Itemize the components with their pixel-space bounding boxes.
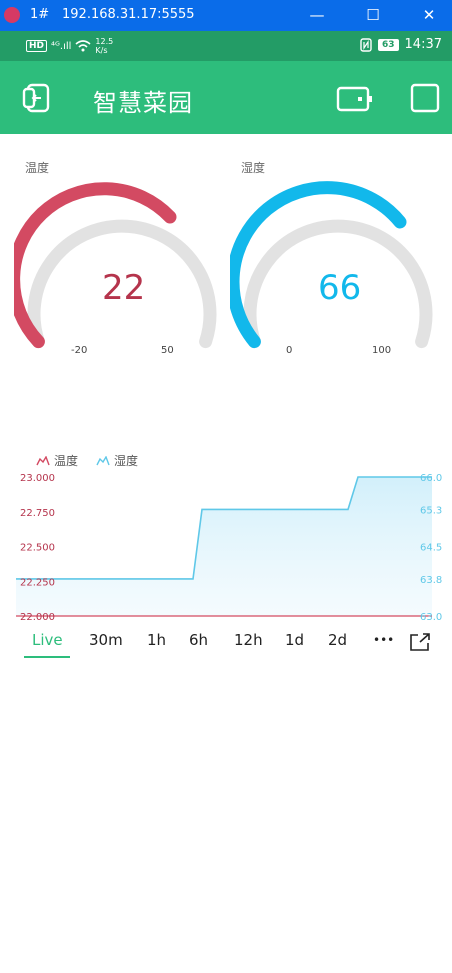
tab-1d[interactable]: 1d xyxy=(285,631,304,649)
time-range-tabs: Live 30m 1h 6h 12h 1d 2d ••• xyxy=(0,627,452,659)
clock-time: 14:37 xyxy=(404,37,442,52)
left-tick-label: 23.000 xyxy=(20,473,55,484)
window-titlebar: 1# 192.168.31.17:5555 — ☐ ✕ xyxy=(0,0,452,31)
humidity-value: 66 xyxy=(318,268,362,308)
sensor-line-chart[interactable]: 23.000 22.750 22.500 22.250 22.000 66.0 65.3 64… xyxy=(0,465,452,630)
maximize-button[interactable]: ☐ xyxy=(358,4,388,26)
temperature-gauge: 22 -20 50 xyxy=(7,170,230,370)
humidity-area xyxy=(16,477,432,616)
signal-icon: ⁴ᴳ.ıll xyxy=(51,40,72,52)
active-tab-underline xyxy=(24,656,70,658)
tab-1h[interactable]: 1h xyxy=(147,631,166,649)
battery-indicator: 63 xyxy=(378,38,399,51)
right-tick-label: 64.5 xyxy=(420,543,442,554)
right-tick-label: 63.8 xyxy=(420,575,442,586)
tab-6h[interactable]: 6h xyxy=(189,631,208,649)
humidity-max: 100 xyxy=(372,345,392,356)
humidity-min: 0 xyxy=(286,345,293,356)
square-menu-icon[interactable] xyxy=(410,83,440,113)
app-bar: 智慧菜园 xyxy=(0,61,452,134)
device-status-bar: HD ⁴ᴳ.ıll 12.5 K/s 63 14:37 xyxy=(0,31,452,61)
humidity-gauge: 66 0 100 xyxy=(226,170,446,370)
fullscreen-icon[interactable] xyxy=(409,632,431,652)
right-tick-label: 65.3 xyxy=(420,505,442,516)
left-tick-label: 22.500 xyxy=(20,543,55,554)
tab-12h[interactable]: 12h xyxy=(234,631,263,649)
left-tick-label: 22.000 xyxy=(20,612,55,623)
device-icon[interactable] xyxy=(336,86,374,112)
network-speed: 12.5 K/s xyxy=(95,37,114,55)
tab-2d[interactable]: 2d xyxy=(328,631,347,649)
left-tick-label: 22.250 xyxy=(20,577,55,588)
tab-30m[interactable]: 30m xyxy=(89,631,123,649)
temperature-max: 50 xyxy=(161,345,174,356)
minimize-button[interactable]: — xyxy=(302,4,332,26)
window-number: 1# xyxy=(30,7,50,22)
nfc-icon xyxy=(360,37,372,52)
app-title: 智慧菜园 xyxy=(93,89,193,117)
temperature-value: 22 xyxy=(102,268,146,308)
app-logo-icon xyxy=(4,7,20,23)
temperature-min: -20 xyxy=(71,345,88,356)
temperature-line-icon xyxy=(36,455,50,465)
left-tick-label: 22.750 xyxy=(20,508,55,519)
right-tick-label: 63.0 xyxy=(420,612,442,623)
wifi-icon xyxy=(75,40,91,52)
right-tick-label: 66.0 xyxy=(420,473,442,484)
close-button[interactable]: ✕ xyxy=(414,4,444,26)
back-exit-icon[interactable] xyxy=(22,83,52,113)
tab-live[interactable]: Live xyxy=(32,631,63,649)
more-options-button[interactable]: ••• xyxy=(373,633,394,647)
window-address: 192.168.31.17:5555 xyxy=(62,7,195,22)
humidity-line-icon xyxy=(96,455,110,465)
hd-badge: HD xyxy=(26,40,48,52)
